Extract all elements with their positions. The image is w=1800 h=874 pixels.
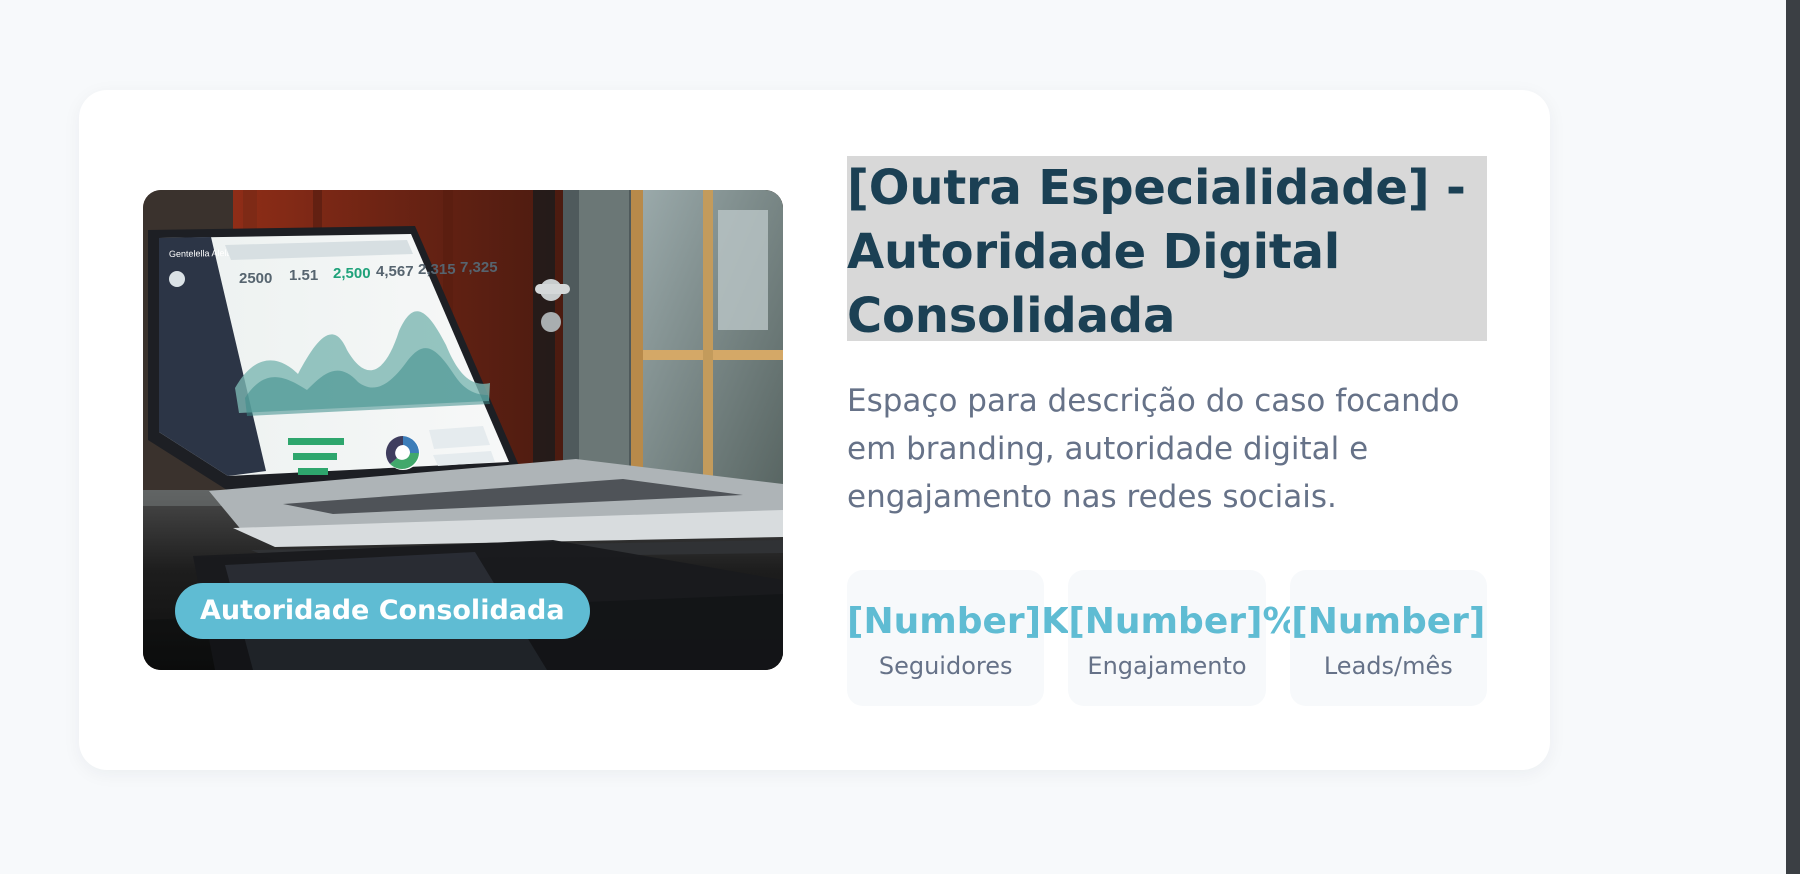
case-title-highlight: [Outra Especialidade] - Autoridade Digit… [847, 156, 1487, 344]
svg-text:4,567: 4,567 [376, 263, 414, 280]
svg-text:7,325: 7,325 [460, 259, 498, 276]
case-study-image: Gentelella Alela! 2500 1.51 2,500 4,567 … [143, 190, 783, 670]
svg-text:Gentelella Alela!: Gentelella Alela! [169, 248, 234, 259]
svg-text:2,500: 2,500 [333, 265, 371, 282]
metric-label-followers: Seguidores [878, 652, 1013, 680]
metric-label-engagement: Engajamento [1087, 652, 1247, 680]
case-status-badge: Autoridade Consolidada [175, 583, 590, 639]
metric-value-leads: [Number] [1291, 601, 1486, 642]
case-title: [Outra Especialidade] - Autoridade Digit… [847, 160, 1466, 344]
svg-text:2,315: 2,315 [418, 261, 456, 278]
window-edge [1786, 0, 1800, 874]
svg-text:1.51: 1.51 [289, 267, 318, 284]
case-description: Espaço para descrição do caso focando em… [847, 383, 1460, 515]
page-background: { "case_card": { "image": { "description… [0, 0, 1800, 874]
metric-label-leads: Leads/mês [1323, 652, 1453, 680]
metric-card-leads: [Number] Leads/mês [1289, 570, 1487, 706]
metric-value-engagement: [Number]% [1068, 601, 1299, 642]
metric-card-engagement: [Number]% Engajamento [1068, 570, 1299, 706]
metric-card-followers: [Number]K Seguidores [847, 570, 1070, 706]
case-study-card: Gentelella Alela! 2500 1.51 2,500 4,567 … [79, 90, 1550, 770]
svg-text:2500: 2500 [239, 270, 272, 287]
metric-value-followers: [Number]K [847, 601, 1070, 642]
case-metrics: [Number]K Seguidores [Number]% Engajamen… [847, 570, 1487, 706]
